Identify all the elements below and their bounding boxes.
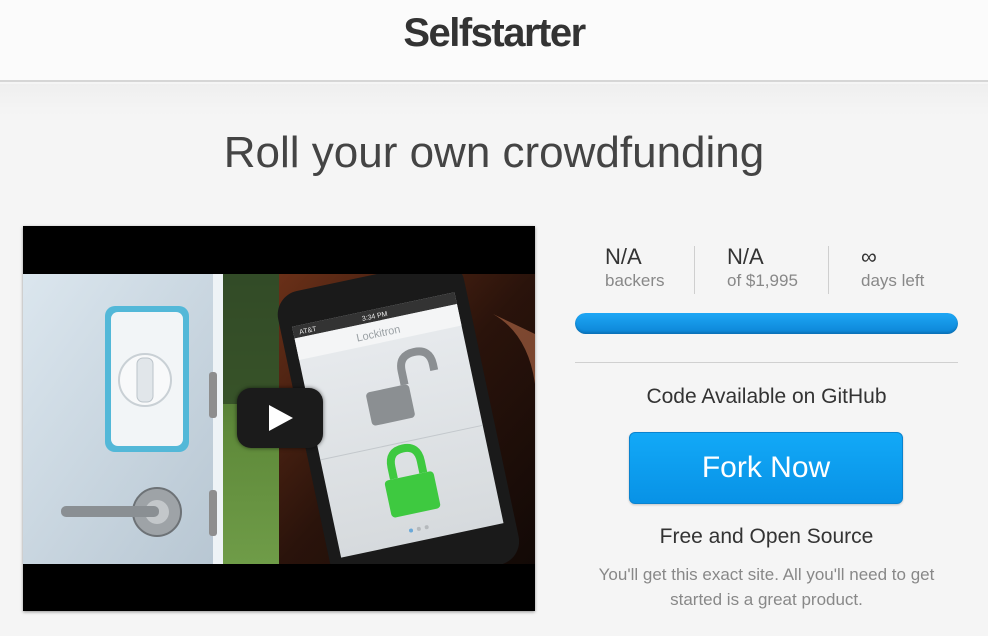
stat-backers: N/A backers	[605, 244, 665, 294]
video-player[interactable]: Lockitron AT&T 3:34 PM	[23, 226, 535, 611]
play-icon	[269, 405, 293, 431]
days-label: days left	[861, 271, 925, 290]
backers-label: backers	[605, 271, 665, 290]
stat-divider	[694, 246, 695, 294]
backers-value: N/A	[605, 244, 642, 269]
days-value: ∞	[861, 244, 877, 269]
github-availability-text: Code Available on GitHub	[646, 385, 887, 408]
stat-days: ∞ days left	[861, 244, 924, 294]
open-source-heading: Free and Open Source	[659, 525, 874, 548]
stat-divider	[828, 246, 829, 294]
stat-raised: N/A of $1,995	[727, 244, 798, 294]
funding-stats: N/A backers N/A of $1,995 ∞ days left	[575, 244, 958, 294]
site-header: Selfstarter	[0, 0, 988, 82]
open-source-description: You'll get this exact site. All you'll n…	[598, 565, 935, 609]
funding-progress-fill	[575, 313, 958, 334]
brand-logo-link[interactable]: Selfstarter	[403, 11, 586, 56]
section-divider	[575, 362, 958, 363]
funding-progress-bar	[575, 313, 958, 334]
hero-strip	[0, 84, 988, 116]
page-tagline: Roll your own crowdfunding	[223, 128, 765, 177]
raised-label: of $1,995	[727, 271, 798, 290]
raised-value: N/A	[727, 244, 764, 269]
fork-now-button[interactable]: Fork Now	[629, 432, 903, 504]
play-button[interactable]	[237, 388, 323, 448]
